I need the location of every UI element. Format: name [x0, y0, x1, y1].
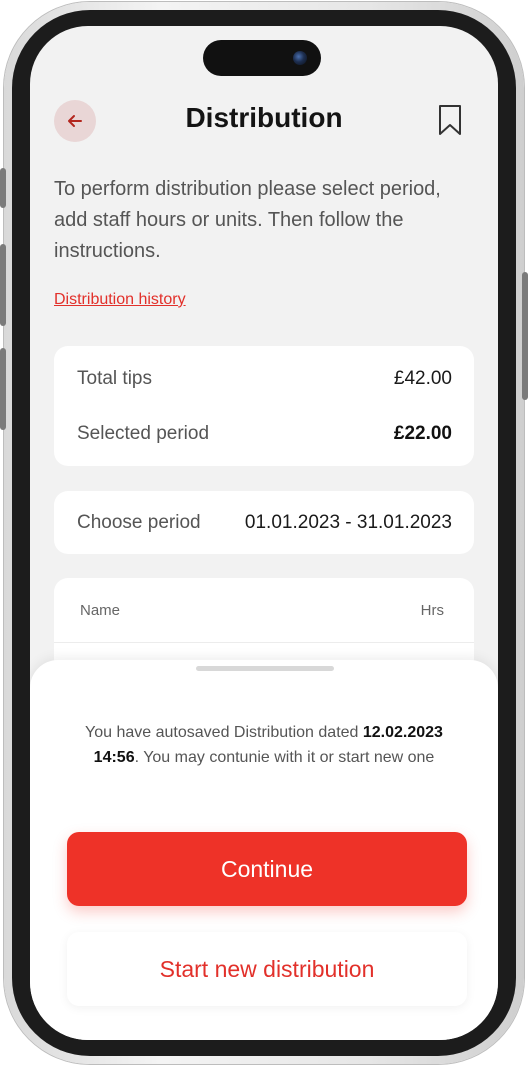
selected-period-label: Selected period — [77, 423, 210, 444]
tips-summary-card: Total tips £42.00 Selected period £22.00 — [54, 346, 474, 466]
sheet-drag-handle[interactable] — [196, 666, 334, 671]
total-tips-row: Total tips £42.00 — [77, 368, 452, 390]
intro-text: To perform distribution please select pe… — [54, 178, 441, 262]
dynamic-island — [203, 40, 321, 76]
choose-period-row: Choose period 01.01.2023 - 31.01.2023 — [77, 512, 452, 534]
choose-period-label: Choose period — [77, 512, 201, 533]
page-title: Distribution — [185, 102, 343, 133]
distribution-history-link[interactable]: Distribution history — [54, 291, 186, 309]
column-header-hrs: Hrs — [420, 602, 444, 619]
table-header: Name Hrs — [80, 602, 444, 619]
side-button-power — [522, 272, 528, 400]
column-header-name: Name — [80, 602, 121, 619]
bookmark-button[interactable] — [438, 104, 462, 141]
bookmark-icon — [439, 105, 461, 135]
autosave-message-prefix: You have autosaved Distribution dated — [85, 724, 363, 741]
side-button-volume-up — [0, 244, 6, 326]
autosave-message-suffix: . You may contunie with it or start new … — [134, 749, 435, 766]
camera-icon — [293, 51, 307, 65]
selected-period-row: Selected period £22.00 — [77, 423, 452, 445]
choose-period-card[interactable]: Choose period 01.01.2023 - 31.01.2023 — [54, 491, 474, 554]
continue-button[interactable]: Continue — [67, 832, 467, 906]
autosave-bottom-sheet: You have autosaved Distribution dated 12… — [30, 660, 498, 1040]
side-button-volume-down — [0, 348, 6, 430]
total-tips-value: £42.00 — [393, 368, 452, 389]
autosave-message: You have autosaved Distribution dated 12… — [84, 720, 444, 770]
screen: Distribution To perform distribution ple… — [30, 26, 498, 1040]
table-divider — [54, 642, 474, 643]
start-new-distribution-button[interactable]: Start new distribution — [67, 932, 467, 1006]
selected-period-value: £22.00 — [393, 423, 452, 444]
side-button-silent — [0, 168, 6, 208]
period-range-value: 01.01.2023 - 31.01.2023 — [244, 512, 452, 533]
total-tips-label: Total tips — [77, 368, 152, 389]
